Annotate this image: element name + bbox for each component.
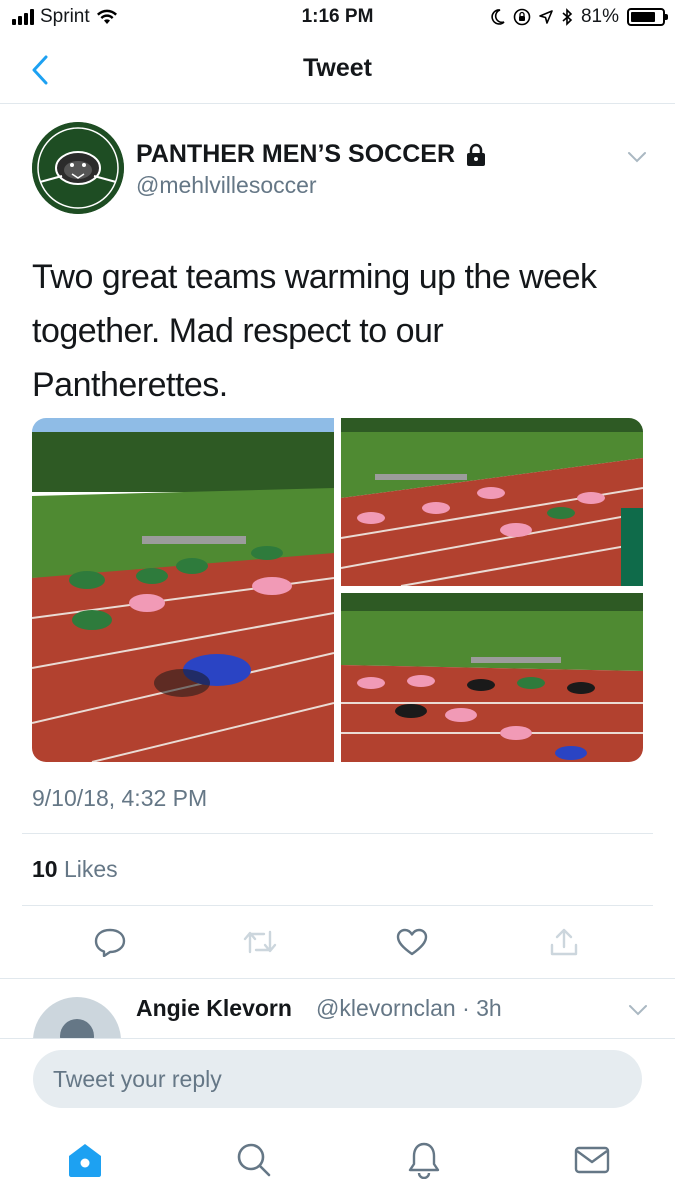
divider: [22, 833, 653, 834]
tweet-actions: [0, 920, 675, 964]
nav-bar: Tweet: [0, 36, 675, 104]
track-photo-image: [341, 418, 643, 586]
location-icon: [539, 10, 553, 24]
tweet-timestamp: 9/10/18, 4:32 PM: [32, 785, 208, 811]
tweet-header: PANTHER MEN’S SOCCER @mehlvillesoccer: [32, 122, 652, 222]
like-icon: [396, 928, 428, 956]
chevron-down-icon: [628, 152, 646, 163]
battery-fill: [631, 12, 656, 22]
bluetooth-icon: [562, 8, 573, 26]
chevron-down-icon: [629, 1005, 647, 1016]
search-icon: [237, 1143, 271, 1177]
rotation-lock-icon: [513, 8, 531, 26]
tab-bar: [0, 1120, 675, 1200]
likes-number: 10: [32, 856, 58, 882]
tweet-text-line: together. Mad respect to our: [32, 312, 444, 350]
author-name-text: PANTHER MEN’S SOCCER: [136, 140, 456, 168]
track-photo-image: [32, 418, 334, 762]
track-photo-image: [341, 593, 643, 762]
tab-home[interactable]: [63, 1138, 107, 1182]
lock-icon: [467, 143, 486, 166]
status-bar: Sprint 1:16 PM 81%: [0, 0, 675, 36]
tab-messages[interactable]: [570, 1138, 614, 1182]
likes-count[interactable]: 10 Likes: [32, 856, 118, 883]
default-avatar-icon: [60, 1019, 94, 1038]
share-button[interactable]: [542, 920, 586, 964]
reply-button[interactable]: [88, 920, 132, 964]
reply-avatar[interactable]: [33, 997, 121, 1038]
reply-options-button[interactable]: [623, 995, 653, 1025]
reply-preview[interactable]: Angie Klevorn @klevornclan · 3h: [0, 978, 675, 1038]
reply-icon: [94, 928, 126, 957]
reply-composer: [0, 1038, 675, 1120]
reply-input[interactable]: [33, 1050, 642, 1108]
home-icon: [69, 1144, 101, 1177]
reply-author-meta: @klevornclan · 3h: [316, 995, 502, 1022]
author-name[interactable]: PANTHER MEN’S SOCCER: [136, 140, 487, 169]
reply-author-name: Angie Klevorn: [136, 995, 292, 1021]
tweet-text-line: Pantherettes.: [32, 366, 228, 404]
panther-logo: [32, 122, 124, 214]
notifications-icon: [408, 1142, 440, 1179]
battery-percent: 81%: [580, 6, 619, 27]
tweet-text: Two great teams warming up the week toge…: [32, 250, 642, 412]
tweet-text-line: Two great teams warming up the week: [32, 258, 597, 296]
share-icon: [550, 928, 578, 956]
battery-icon: [627, 8, 668, 26]
like-button[interactable]: [390, 920, 434, 964]
tab-notifications[interactable]: [402, 1138, 446, 1182]
author-handle[interactable]: @mehlvillesoccer: [136, 172, 317, 199]
tweet-media: [32, 418, 643, 762]
retweet-icon: [243, 930, 277, 954]
reply-author-handle: @klevornclan: [316, 995, 456, 1021]
reply-age: · 3h: [462, 995, 502, 1021]
page-title: Tweet: [303, 54, 372, 82]
likes-label: Likes: [63, 856, 118, 882]
divider: [22, 905, 653, 906]
moon-icon: [491, 9, 505, 25]
tab-search[interactable]: [232, 1138, 276, 1182]
tweet-options-button[interactable]: [622, 142, 652, 172]
retweet-button[interactable]: [238, 920, 282, 964]
media-photo-1[interactable]: [32, 418, 334, 762]
media-photo-2[interactable]: [341, 418, 643, 586]
messages-icon: [574, 1146, 610, 1174]
author-avatar[interactable]: [32, 122, 124, 214]
status-right: 81%: [491, 6, 668, 28]
media-photo-3[interactable]: [341, 593, 643, 762]
